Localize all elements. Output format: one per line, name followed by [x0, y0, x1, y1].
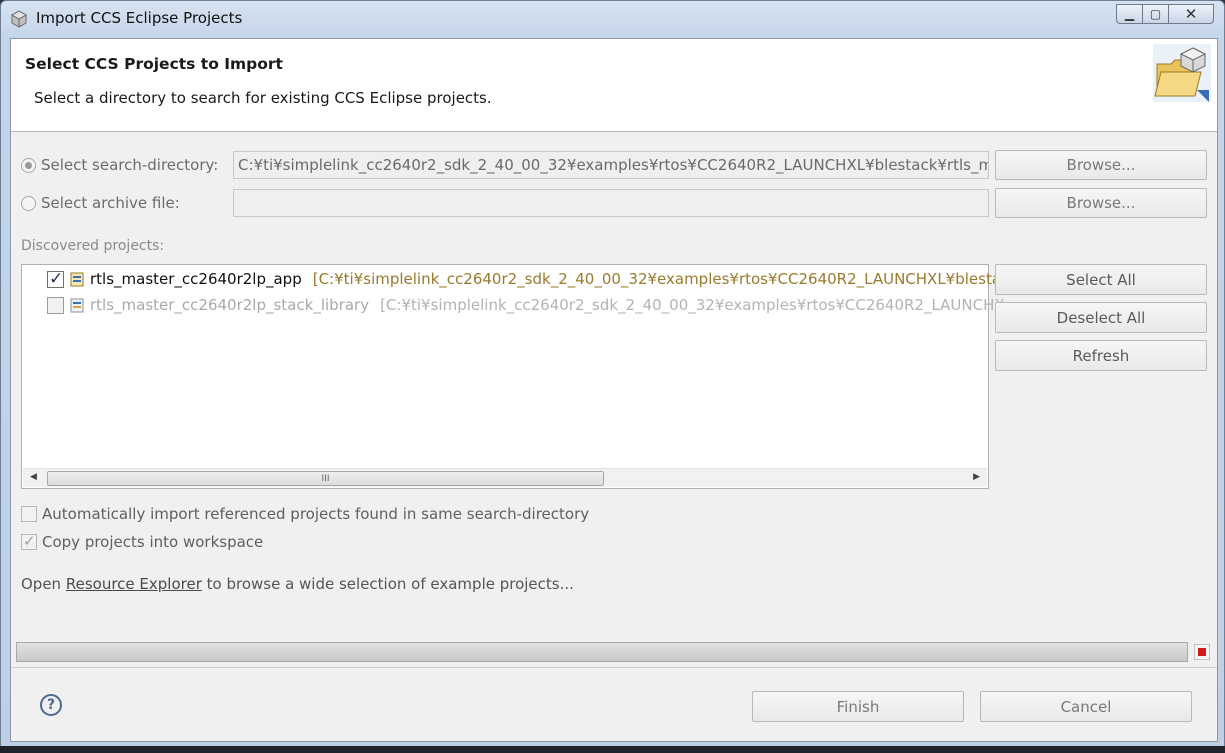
scrollbar-thumb[interactable]: III [47, 471, 604, 486]
resource-explorer-text: Open Resource Explorer to browse a wide … [21, 575, 574, 593]
project-path: [C:¥ti¥simplelink_cc2640r2_sdk_2_40_00_3… [312, 270, 1010, 288]
browse-directory-button[interactable]: Browse... [995, 150, 1207, 180]
archive-file-label: Select archive file: [41, 194, 180, 212]
copy-projects-option[interactable]: Copy projects into workspace [21, 532, 264, 551]
deselect-all-button[interactable]: Deselect All [995, 302, 1207, 333]
close-icon: ✕ [1184, 5, 1198, 23]
list-item[interactable]: rtls_master_cc2640r2lp_stack_library [C:… [47, 296, 1005, 314]
page-description: Select a directory to search for existin… [34, 89, 492, 107]
maximize-button[interactable]: ▢ [1142, 4, 1169, 24]
projects-list[interactable]: rtls_master_cc2640r2lp_app [C:¥ti¥simple… [21, 264, 1009, 489]
copy-projects-label: Copy projects into workspace [42, 533, 264, 551]
horizontal-scrollbar[interactable]: ◀ III ▶ [23, 468, 987, 487]
project-name: rtls_master_cc2640r2lp_app [90, 270, 302, 288]
project-icon [70, 298, 84, 312]
project-checkbox[interactable] [47, 296, 64, 314]
stop-icon [1198, 648, 1206, 656]
title-bar[interactable]: Import CCS Eclipse Projects ▁ ▢ ✕ [1, 1, 1224, 37]
auto-import-option[interactable]: Automatically import referenced projects… [21, 505, 589, 523]
auto-import-label: Automatically import referenced projects… [42, 505, 590, 523]
progress-bar [16, 642, 1188, 662]
resource-explorer-link[interactable]: Resource Explorer [66, 575, 202, 593]
finish-button[interactable]: Finish [752, 691, 964, 722]
window-title: Import CCS Eclipse Projects [36, 9, 243, 27]
project-path: [C:¥ti¥simplelink_cc2640r2_sdk_2_40_00_3… [380, 296, 1005, 314]
archive-file-field[interactable] [233, 189, 989, 217]
browse-archive-button[interactable]: Browse... [995, 188, 1207, 218]
scroll-left-arrow-icon[interactable]: ◀ [30, 472, 37, 482]
refresh-button[interactable]: Refresh [995, 340, 1207, 371]
import-folder-icon [1153, 44, 1211, 102]
maximize-icon: ▢ [1149, 7, 1162, 21]
auto-import-checkbox[interactable] [21, 506, 37, 522]
project-icon [70, 272, 84, 286]
copy-projects-checkbox[interactable] [21, 532, 37, 550]
project-name: rtls_master_cc2640r2lp_stack_library [90, 296, 370, 314]
resource-explorer-prefix: Open [21, 575, 66, 593]
stop-button[interactable] [1194, 644, 1210, 660]
list-item[interactable]: rtls_master_cc2640r2lp_app [C:¥ti¥simple… [47, 269, 1010, 289]
search-directory-field[interactable]: C:¥ti¥simplelink_cc2640r2_sdk_2_40_00_32… [233, 151, 989, 179]
cancel-button[interactable]: Cancel [980, 691, 1192, 722]
window-controls: ▁ ▢ ✕ [1116, 4, 1214, 24]
close-button[interactable]: ✕ [1168, 4, 1214, 24]
select-all-button[interactable]: Select All [995, 264, 1207, 295]
app-cube-icon [10, 10, 28, 28]
minimize-button[interactable]: ▁ [1116, 4, 1143, 24]
search-directory-label: Select search-directory: [41, 156, 219, 174]
help-button[interactable]: ? [40, 694, 62, 716]
desktop-background [0, 746, 1225, 753]
project-checkbox[interactable] [47, 269, 64, 289]
minimize-icon: ▁ [1124, 7, 1135, 21]
page-title: Select CCS Projects to Import [25, 55, 283, 73]
wizard-header: Select CCS Projects to Import Select a d… [11, 39, 1217, 132]
help-icon: ? [46, 697, 56, 713]
dialog-body: Select CCS Projects to Import Select a d… [10, 38, 1218, 742]
grip-icon: III [321, 473, 330, 484]
resource-explorer-suffix: to browse a wide selection of example pr… [201, 575, 574, 593]
dialog-window: Import CCS Eclipse Projects ▁ ▢ ✕ Select… [0, 0, 1225, 749]
footer-separator [11, 667, 1217, 668]
search-directory-radio[interactable]: Select search-directory: [21, 156, 218, 174]
discovered-projects-label: Discovered projects: [21, 238, 165, 254]
archive-file-radio[interactable]: Select archive file: [21, 194, 180, 212]
scroll-right-arrow-icon[interactable]: ▶ [973, 472, 980, 482]
radio-indicator [21, 195, 36, 211]
radio-indicator [21, 157, 36, 173]
